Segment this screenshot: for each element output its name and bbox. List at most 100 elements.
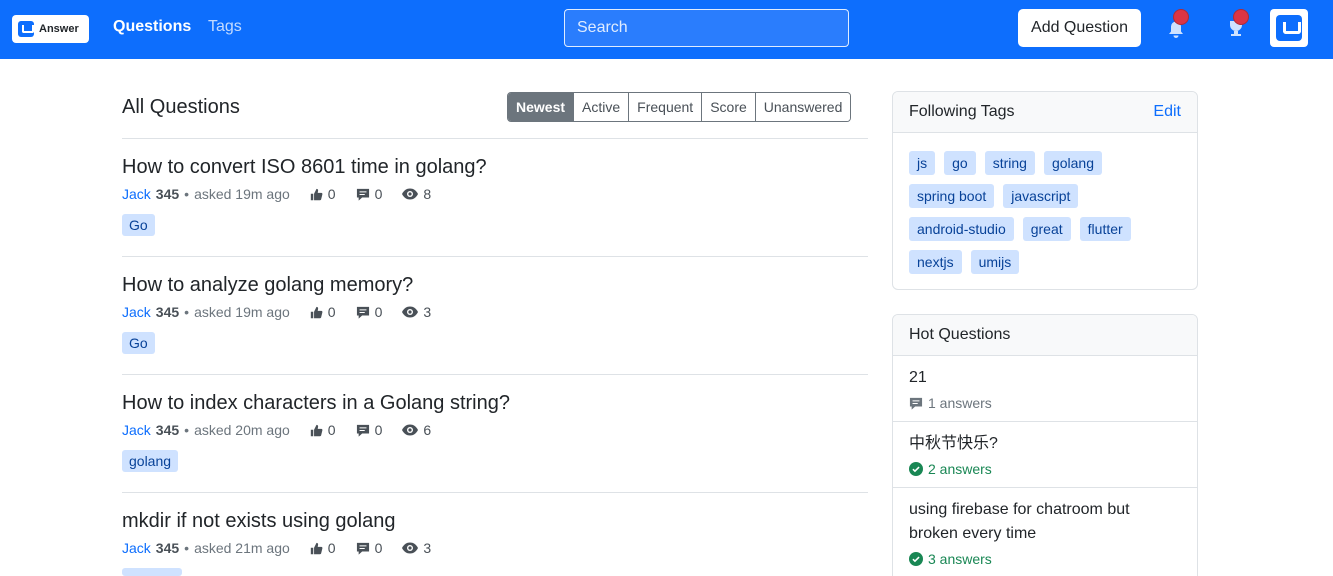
question-title[interactable]: mkdir if not exists using golang bbox=[122, 508, 868, 534]
check-circle-icon bbox=[909, 462, 923, 476]
author-reputation: 345 bbox=[155, 304, 180, 320]
comment-icon bbox=[909, 397, 923, 410]
hot-question-answers: 1 answers bbox=[909, 393, 1181, 413]
eye-icon bbox=[402, 306, 419, 318]
card-header: Hot Questions bbox=[893, 315, 1197, 356]
filter-newest[interactable]: Newest bbox=[508, 93, 574, 121]
top-navbar: Answer Questions Tags Add Question bbox=[0, 0, 1333, 59]
eye-icon bbox=[402, 542, 419, 554]
notification-badge bbox=[1173, 9, 1189, 25]
bell-icon[interactable] bbox=[1162, 9, 1190, 42]
answers-stat: 0 bbox=[356, 304, 382, 320]
avatar[interactable] bbox=[1270, 9, 1308, 47]
question-meta: Jack 345 • asked 19m ago 0 0 3 bbox=[122, 302, 431, 322]
tag-go[interactable]: go bbox=[944, 151, 976, 175]
hot-question-item[interactable]: 21 1 answers bbox=[893, 356, 1197, 422]
filter-score[interactable]: Score bbox=[701, 93, 755, 121]
hot-question-answers: 2 answers bbox=[909, 459, 1181, 479]
tag-string[interactable]: string bbox=[984, 151, 1035, 175]
comment-icon bbox=[356, 188, 369, 201]
eye-icon bbox=[402, 424, 419, 436]
tag-umijs[interactable]: umijs bbox=[970, 250, 1020, 274]
edit-tags-link[interactable]: Edit bbox=[1153, 103, 1181, 121]
following-tags-list: js go string golang spring boot javascri… bbox=[893, 133, 1197, 289]
question-tag[interactable] bbox=[122, 568, 182, 576]
views-stat: 8 bbox=[402, 186, 431, 202]
asked-time: asked 20m ago bbox=[194, 422, 290, 438]
asked-time: asked 21m ago bbox=[194, 540, 290, 556]
hot-question-title[interactable]: using firebase for chatroom but broken e… bbox=[909, 498, 1181, 546]
votes-stat: 0 bbox=[310, 540, 336, 556]
hot-question-title[interactable]: 中秋节快乐? bbox=[909, 432, 1181, 456]
eye-icon bbox=[402, 188, 419, 200]
question-tag[interactable]: golang bbox=[122, 450, 179, 472]
thumbs-up-icon bbox=[310, 188, 323, 200]
author-link[interactable]: Jack bbox=[122, 186, 151, 202]
answers-stat: 0 bbox=[356, 540, 382, 556]
thumbs-up-icon bbox=[310, 306, 323, 318]
author-link[interactable]: Jack bbox=[122, 422, 151, 438]
filter-frequent[interactable]: Frequent bbox=[628, 93, 702, 121]
following-tags-title: Following Tags bbox=[909, 103, 1015, 120]
sort-filter-group: Newest Active Frequent Score Unanswered bbox=[507, 92, 852, 122]
tag-nextjs[interactable]: nextjs bbox=[909, 250, 962, 274]
nav-questions-link[interactable]: Questions bbox=[113, 18, 191, 36]
tag-spring-boot[interactable]: spring boot bbox=[909, 184, 995, 208]
author-reputation: 345 bbox=[155, 422, 180, 438]
question-meta: Jack 345 • asked 19m ago 0 0 8 bbox=[122, 184, 431, 204]
hot-questions-card: Hot Questions 21 1 answers 中秋节快乐? 2 answ… bbox=[892, 314, 1198, 576]
tag-android-studio[interactable]: android-studio bbox=[909, 217, 1014, 241]
achievement-badge bbox=[1233, 9, 1249, 25]
question-title[interactable]: How to index characters in a Golang stri… bbox=[122, 390, 868, 416]
divider bbox=[122, 492, 868, 493]
tag-javascript[interactable]: javascript bbox=[1003, 184, 1079, 208]
tag-js[interactable]: js bbox=[909, 151, 936, 175]
author-reputation: 345 bbox=[155, 186, 180, 202]
thumbs-up-icon bbox=[310, 424, 323, 436]
question-title[interactable]: How to convert ISO 8601 time in golang? bbox=[122, 154, 868, 180]
answers-stat: 0 bbox=[356, 422, 382, 438]
question-item: How to convert ISO 8601 time in golang? … bbox=[122, 154, 868, 236]
divider bbox=[122, 138, 868, 139]
nav-tags-link[interactable]: Tags bbox=[208, 18, 242, 36]
logo[interactable]: Answer bbox=[12, 15, 89, 43]
search-input[interactable] bbox=[564, 9, 849, 47]
separator-dot: • bbox=[184, 540, 190, 556]
check-circle-icon bbox=[909, 552, 923, 566]
trophy-icon[interactable] bbox=[1222, 9, 1250, 42]
add-question-button[interactable]: Add Question bbox=[1018, 9, 1141, 47]
votes-stat: 0 bbox=[310, 304, 336, 320]
question-tag[interactable]: Go bbox=[122, 214, 155, 236]
author-reputation: 345 bbox=[155, 540, 180, 556]
answers-stat: 0 bbox=[356, 186, 382, 202]
votes-stat: 0 bbox=[310, 422, 336, 438]
hot-question-item[interactable]: 中秋节快乐? 2 answers bbox=[893, 422, 1197, 488]
tag-flutter[interactable]: flutter bbox=[1079, 217, 1131, 241]
separator-dot: • bbox=[184, 304, 190, 320]
question-meta: Jack 345 • asked 21m ago 0 0 3 bbox=[122, 538, 431, 558]
author-link[interactable]: Jack bbox=[122, 304, 151, 320]
comment-icon bbox=[356, 306, 369, 319]
views-stat: 6 bbox=[402, 422, 431, 438]
filter-unanswered[interactable]: Unanswered bbox=[754, 93, 851, 121]
tag-golang[interactable]: golang bbox=[1043, 151, 1102, 175]
question-item: mkdir if not exists using golang Jack 34… bbox=[122, 508, 868, 576]
hot-question-item[interactable]: using firebase for chatroom but broken e… bbox=[893, 488, 1197, 576]
hot-question-answers: 3 answers bbox=[909, 549, 1181, 569]
filter-active[interactable]: Active bbox=[573, 93, 629, 121]
divider bbox=[122, 256, 868, 257]
question-meta: Jack 345 • asked 20m ago 0 0 6 bbox=[122, 420, 431, 440]
views-stat: 3 bbox=[402, 540, 431, 556]
logo-text: Answer bbox=[39, 23, 79, 35]
author-link[interactable]: Jack bbox=[122, 540, 151, 556]
comment-icon bbox=[356, 424, 369, 437]
card-header: Following Tags Edit bbox=[893, 92, 1197, 133]
separator-dot: • bbox=[184, 422, 190, 438]
tag-great[interactable]: great bbox=[1022, 217, 1071, 241]
question-tag[interactable]: Go bbox=[122, 332, 155, 354]
question-title[interactable]: How to analyze golang memory? bbox=[122, 272, 868, 298]
hot-question-title[interactable]: 21 bbox=[909, 366, 1181, 390]
comment-icon bbox=[356, 542, 369, 555]
following-tags-card: Following Tags Edit js go string golang … bbox=[892, 91, 1198, 290]
hot-questions-title: Hot Questions bbox=[909, 326, 1011, 343]
